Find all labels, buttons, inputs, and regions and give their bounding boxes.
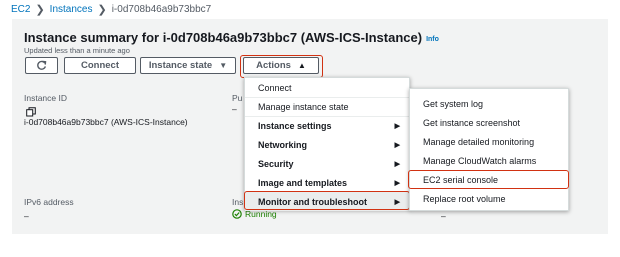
submenu-item-label: Replace root volume [423,193,506,204]
submenu-item-get-instance-screenshot[interactable]: Get instance screenshot [410,113,568,132]
instance-state-button[interactable]: Instance state ▼ [140,57,236,74]
submenu-item-label: Get instance screenshot [423,117,521,128]
chevron-right-icon: ❯ [35,4,45,16]
submenu-item-replace-root-volume[interactable]: Replace root volume [410,189,568,208]
monitor-highlight [244,191,410,210]
check-circle-icon [232,209,242,219]
caret-down-icon: ▼ [219,61,228,70]
monitor-submenu: Get system log Get instance screenshot M… [409,88,569,211]
menu-item-label: Manage instance state [258,102,349,112]
instance-state-field-label: Ins [232,197,244,207]
submenu-item-manage-cloudwatch-alarms[interactable]: Manage CloudWatch alarms [410,151,568,170]
breadcrumb-ec2[interactable]: EC2 [11,4,30,15]
menu-item-security[interactable]: Security ▶ [245,154,409,173]
menu-item-label: Security [258,158,294,169]
instance-state-label: Instance state [148,60,213,71]
menu-item-label: Networking [258,139,308,150]
breadcrumb: EC2 ❯ Instances ❯ i-0d708b46a9b73bbc7 [11,3,211,16]
submenu-item-manage-detailed-monitoring[interactable]: Manage detailed monitoring [410,132,568,151]
ipv6-value: – [24,211,29,221]
caret-right-icon: ▶ [394,123,400,130]
title-text: Instance summary for i-0d708b46a9b73bbc7… [24,30,423,45]
caret-right-icon: ▶ [394,160,400,168]
menu-item-label: Image and templates [258,177,348,188]
menu-item-connect[interactable]: Connect [245,78,409,97]
connect-label: Connect [81,60,119,71]
breadcrumb-current: i-0d708b46a9b73bbc7 [111,4,212,15]
actions-highlight [240,55,323,78]
chevron-right-icon: ❯ [97,4,107,16]
updated-text: Updated less than a minute ago [24,46,130,55]
public-ip-label: Pu [232,93,243,103]
right-column-value: – [441,211,446,221]
menu-item-image-and-templates[interactable]: Image and templates ▶ [245,173,409,192]
ipv6-label: IPv6 address [24,197,74,207]
breadcrumb-instances[interactable]: Instances [50,4,93,15]
menu-item-instance-settings[interactable]: Instance settings ▶ [245,116,409,135]
menu-item-manage-instance-state[interactable]: Manage instance state [245,97,409,116]
menu-item-label: Instance settings [258,121,332,131]
page-title: Instance summary for i-0d708b46a9b73bbc7… [24,30,439,45]
refresh-icon [37,60,47,70]
submenu-item-label: Manage CloudWatch alarms [423,155,537,166]
instance-id-label: Instance ID [24,93,67,103]
submenu-item-label: Manage detailed monitoring [423,136,535,147]
submenu-item-get-system-log[interactable]: Get system log [410,94,568,113]
menu-item-networking[interactable]: Networking ▶ [245,135,409,154]
submenu-item-label: Get system log [423,98,484,109]
serial-console-highlight [408,170,569,189]
public-ip-value: – [232,104,237,114]
menu-item-label: Connect [258,82,292,93]
caret-right-icon: ▶ [394,179,400,187]
connect-button[interactable]: Connect [64,57,136,74]
instance-id-value: i-0d708b46a9b73bbc7 (AWS-ICS-Instance) [24,117,188,127]
refresh-button[interactable] [25,57,58,74]
caret-right-icon: ▶ [394,141,400,149]
info-link[interactable]: Info [426,36,439,43]
